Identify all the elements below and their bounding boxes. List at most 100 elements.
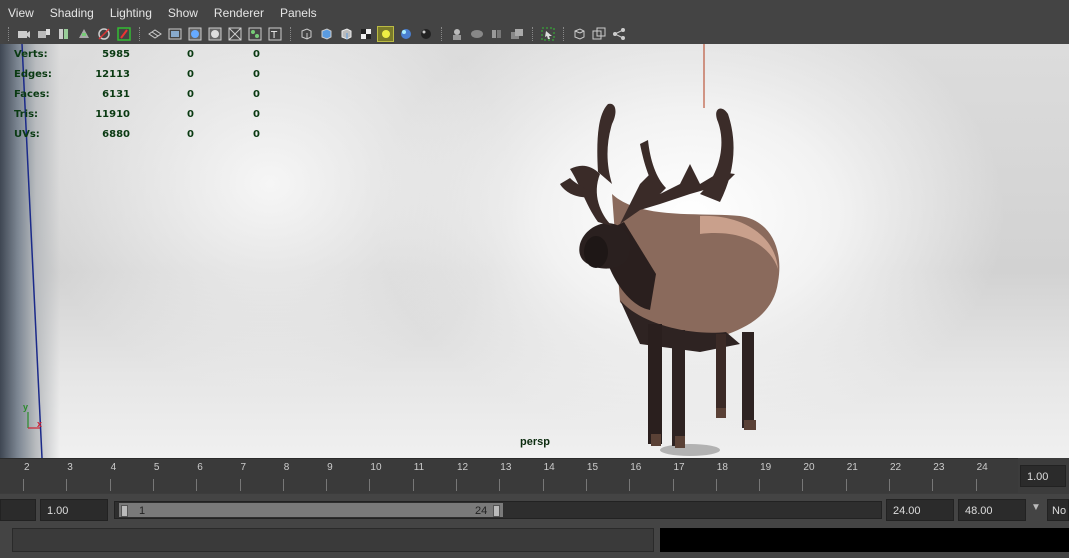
frame-tick	[585, 479, 587, 491]
frame-tick-label: 14	[543, 462, 555, 473]
hud-icon[interactable]	[508, 26, 525, 42]
smooth-shade-icon[interactable]	[317, 26, 334, 42]
command-input[interactable]	[12, 528, 654, 552]
motion-blur-icon[interactable]	[448, 26, 465, 42]
frame-tick	[802, 479, 804, 491]
poly-count-hud: Verts: 5985 0 0 Edges: 12113 0 0 Faces: 6131 0 0 …	[14, 44, 260, 144]
axis-y-label: y	[23, 402, 29, 412]
frame-tick	[932, 479, 934, 491]
hud-row-uvs: UVs: 6880 0 0	[14, 128, 260, 140]
frame-tick-label: 12	[457, 462, 469, 473]
range-slider-start-label: 1	[139, 505, 146, 517]
toolbar-separator	[8, 27, 11, 41]
range-slider[interactable]: 1 24	[114, 501, 882, 519]
time-ruler[interactable]: 2 3 4 5 6 7 8 9 10 11 12 13 14 15 16 17 18 19 20 21 22 23 24	[0, 458, 1018, 493]
panel-menubar: View Shading Lighting Show Renderer Pane…	[0, 0, 1069, 26]
frame-tick-label: 24	[976, 462, 988, 473]
reindeer-model	[560, 103, 780, 448]
command-result-field	[660, 528, 1069, 552]
frame-tick-label: 13	[500, 462, 512, 473]
end-time-field[interactable]: 48.00	[958, 499, 1026, 521]
film-gate-icon[interactable]	[166, 26, 183, 42]
2d-pan-zoom-icon[interactable]	[95, 26, 112, 42]
hud-row-tris: Tris: 11910 0 0	[14, 108, 260, 120]
frame-tick	[542, 479, 544, 491]
frame-tick-label: 23	[933, 462, 945, 473]
menu-panels[interactable]: Panels	[272, 0, 325, 26]
range-end-handle[interactable]	[493, 505, 500, 517]
range-slider-fill[interactable]: 1 24	[119, 503, 503, 517]
hud-row-faces: Faces: 6131 0 0	[14, 88, 260, 100]
frame-tick	[239, 479, 241, 491]
menu-renderer[interactable]: Renderer	[206, 0, 272, 26]
frame-tick	[282, 479, 284, 491]
select-camera-icon[interactable]	[15, 26, 32, 42]
frame-tick-label: 8	[283, 462, 290, 473]
frame-tick	[109, 479, 111, 491]
frame-tick	[326, 479, 328, 491]
shadows-icon[interactable]	[397, 26, 414, 42]
bookmark-icon[interactable]	[55, 26, 72, 42]
toolbar-separator	[290, 27, 293, 41]
xray-icon[interactable]	[570, 26, 587, 42]
safe-action-icon[interactable]	[246, 26, 263, 42]
frame-tick	[629, 479, 631, 491]
playback-end-field[interactable]: 24.00	[886, 499, 954, 521]
range-slider-end-label: 24	[475, 505, 488, 517]
frame-tick-label: 19	[760, 462, 772, 473]
playback-start-field[interactable]: 1.00	[40, 499, 108, 521]
frame-tick-label: 4	[110, 462, 117, 473]
camera-attributes-icon[interactable]	[35, 26, 52, 42]
multisample-aa-icon[interactable]	[468, 26, 485, 42]
frame-tick-label: 18	[716, 462, 728, 473]
start-time-field[interactable]	[0, 499, 36, 521]
frame-tick	[499, 479, 501, 491]
command-line-bar	[0, 524, 1069, 558]
gate-mask-icon[interactable]	[206, 26, 223, 42]
current-frame-field[interactable]: 1.00	[1020, 465, 1066, 487]
frame-tick-label: 5	[153, 462, 160, 473]
menu-view[interactable]: View	[0, 0, 42, 26]
screen-ambient-occlusion-icon[interactable]	[417, 26, 434, 42]
frame-tick-label: 22	[890, 462, 902, 473]
frame-tick-label: 6	[197, 462, 203, 473]
default-material-icon[interactable]	[337, 26, 354, 42]
time-slider[interactable]: 2 3 4 5 6 7 8 9 10 11 12 13 14 15 16 17 18 19 20 21 22 23 24 1…	[0, 458, 1069, 494]
frame-tick	[23, 479, 24, 491]
xray-components-icon[interactable]	[610, 26, 627, 42]
menu-show[interactable]: Show	[160, 0, 206, 26]
wireframe-icon[interactable]	[297, 26, 314, 42]
frame-tick-label: 21	[846, 462, 858, 473]
field-chart-icon[interactable]	[226, 26, 243, 42]
frame-tick-label: 2	[24, 462, 30, 473]
hud-row-verts: Verts: 5985 0 0	[14, 48, 260, 60]
frame-tick	[152, 479, 154, 491]
toolbar-separator	[563, 27, 566, 41]
frame-tick-label: 20	[803, 462, 815, 473]
character-set-dropdown-icon[interactable]: ▼	[1031, 502, 1041, 513]
xray-joints-icon[interactable]	[590, 26, 607, 42]
frame-tick	[369, 479, 371, 491]
menu-shading[interactable]: Shading	[42, 0, 102, 26]
grid-icon[interactable]	[146, 26, 163, 42]
use-lights-icon[interactable]	[377, 26, 394, 42]
frame-tick-label: 9	[327, 462, 333, 473]
menu-lighting[interactable]: Lighting	[102, 0, 160, 26]
image-plane-icon[interactable]	[75, 26, 92, 42]
character-set-field[interactable]: No	[1047, 499, 1069, 521]
resolution-gate-icon[interactable]	[186, 26, 203, 42]
frame-tick-label: 10	[370, 462, 382, 473]
depth-of-field-icon[interactable]	[488, 26, 505, 42]
frame-tick	[672, 479, 674, 491]
3d-viewport[interactable]: y x Verts: 5985 0 0 Edges: 12113 0 0 Faces: 613…	[0, 44, 1069, 458]
isolate-select-icon[interactable]	[539, 26, 556, 42]
range-start-handle[interactable]	[121, 505, 128, 517]
safe-title-icon[interactable]: T	[266, 26, 283, 42]
textured-icon[interactable]	[357, 26, 374, 42]
frame-tick	[889, 479, 890, 491]
frame-tick	[975, 479, 977, 491]
frame-tick-label: 3	[67, 462, 73, 473]
grease-pencil-icon[interactable]	[115, 26, 132, 42]
panel-toolbar: T	[0, 24, 1069, 44]
frame-tick	[456, 479, 457, 491]
